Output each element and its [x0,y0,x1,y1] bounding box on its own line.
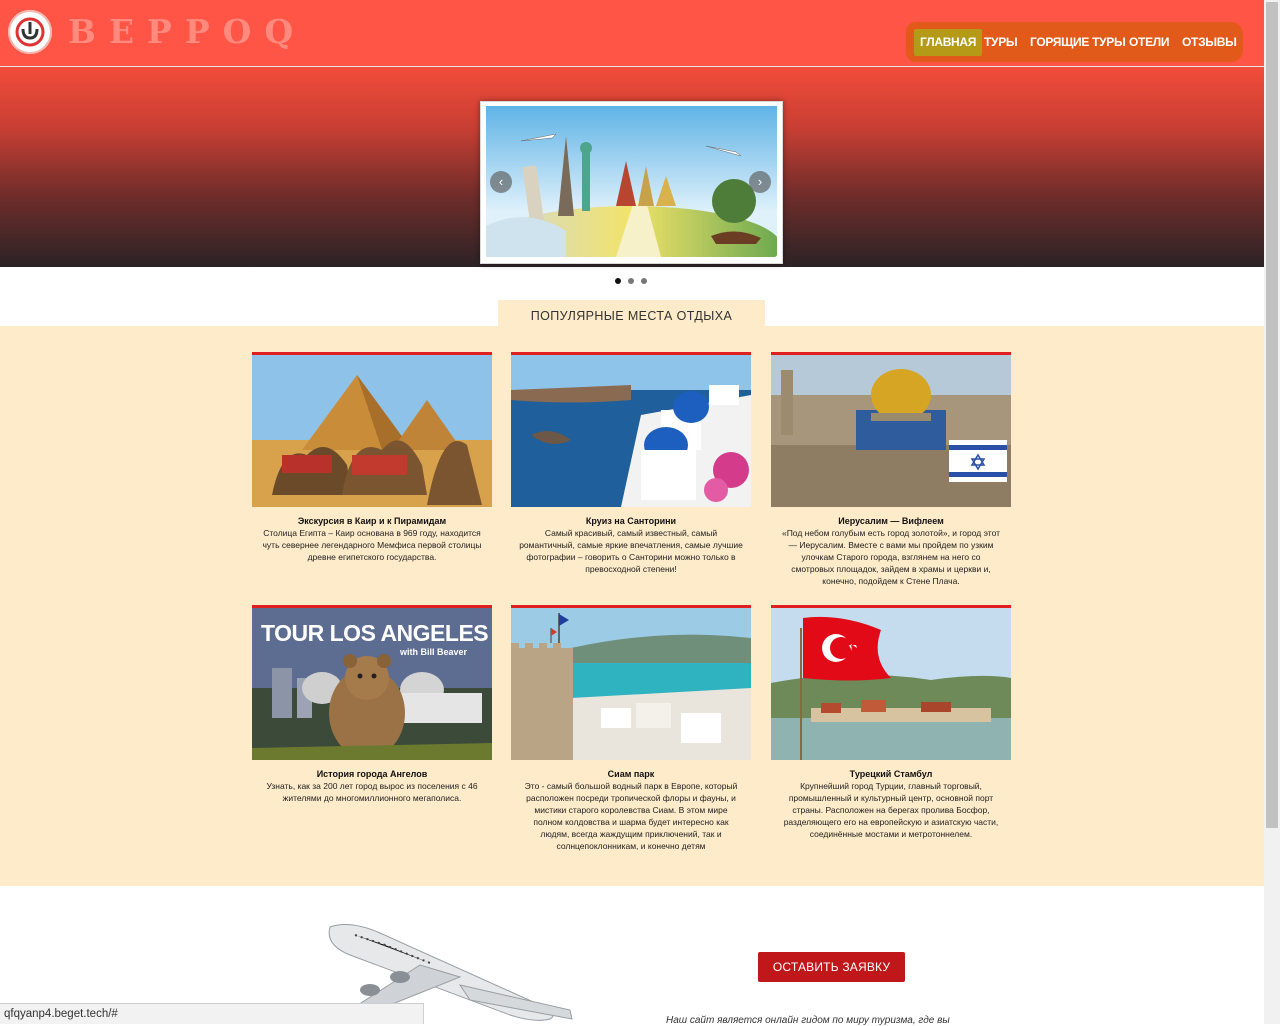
card-description: Узнать, как за 200 лет город вырос из по… [266,781,478,803]
card-image[interactable] [771,352,1011,507]
slider-dots [615,271,654,289]
card-description: Столица Египта – Каир основана в 969 год… [262,528,482,562]
travel-landmarks-image [486,106,777,257]
card-image[interactable] [252,352,492,507]
site-tagline: Наш сайт является онлайн гидом по миру т… [666,1015,950,1026]
leave-request-button[interactable]: ОСТАВИТЬ ЗАЯВКУ [758,952,905,982]
slider-next-button[interactable]: › [749,171,771,193]
card-image[interactable] [771,605,1011,760]
browser-status-bar: qfqyanp4.beget.tech/# [0,1003,424,1024]
nav-hotels[interactable]: ОТЕЛИ [1129,29,1170,56]
destination-card-cairo[interactable]: Экскурсия в Каир и к Пирамидам Столица Е… [252,352,492,563]
section-heading: ПОПУЛЯРНЫЕ МЕСТА ОТДЫХА [498,300,765,327]
slider-dot-3[interactable] [641,278,647,284]
nav-hot-tours[interactable]: ГОРЯЩИЕ ТУРЫ [1030,29,1126,56]
logo-text[interactable]: BEPPOQ [68,12,306,51]
image-caption: TOUR LOS ANGELES [261,620,489,646]
card-image[interactable]: TOUR LOS ANGELES with Bill Beaver [252,605,492,760]
card-image[interactable] [511,352,751,507]
destination-card-santorini[interactable]: Круиз на Санторини Самый красивый, самый… [511,352,751,575]
card-title[interactable]: История города Ангелов [252,769,492,779]
nav-tours[interactable]: ТУРЫ [984,29,1018,56]
card-title[interactable]: Сиам парк [511,769,751,779]
nav-reviews[interactable]: ОТЗЫВЫ [1182,29,1237,56]
destination-card-istanbul[interactable]: Турецкий Стамбул Крупнейший город Турции… [771,605,1011,840]
card-title[interactable]: Круиз на Санторини [511,516,751,526]
card-description: Крупнейший город Турции, главный торговы… [783,781,999,839]
main-nav: ГЛАВНАЯ ТУРЫ ГОРЯЩИЕ ТУРЫ ОТЕЛИ ОТЗЫВЫ [906,22,1243,62]
card-description: «Под небом голубым есть город золотой», … [781,528,1001,586]
card-description: Это - самый большой водный парк в Европе… [524,781,738,851]
slider-dot-2[interactable] [628,278,634,284]
logo-icon[interactable] [8,10,52,54]
card-title[interactable]: Экскурсия в Каир и к Пирамидам [252,516,492,526]
destination-card-jerusalem[interactable]: Иерусалим — Вифлеем «Под небом голубым е… [771,352,1011,587]
card-title[interactable]: Иерусалим — Вифлеем [771,516,1011,526]
nav-home[interactable]: ГЛАВНАЯ [914,29,983,56]
slider-dot-1[interactable] [615,278,621,284]
image-slider[interactable] [480,101,783,264]
card-description: Самый красивый, самый известный, самый р… [519,528,743,574]
image-subcaption: with Bill Beaver [400,647,468,657]
site-header: BEPPOQ ГЛАВНАЯ ТУРЫ ГОРЯЩИЕ ТУРЫ ОТЕЛИ О… [0,0,1264,67]
scrollbar-thumb[interactable] [1266,2,1278,828]
destination-card-los-angeles[interactable]: TOUR LOS ANGELES with Bill Beaver Истори… [252,605,492,804]
card-image[interactable] [511,605,751,760]
slider-prev-button[interactable]: ‹ [490,171,512,193]
destination-card-siam-park[interactable]: Сиам парк Это - самый большой водный пар… [511,605,751,852]
card-title[interactable]: Турецкий Стамбул [771,769,1011,779]
